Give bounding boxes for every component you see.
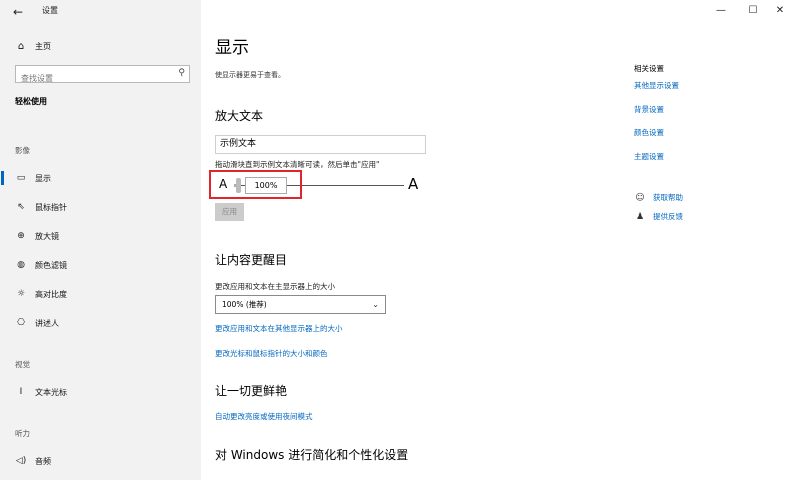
- get-help-label: 获取帮助: [653, 193, 683, 202]
- sidebar-item-color-filter[interactable]: ◍ 颜色滤镜: [0, 255, 201, 275]
- scale-dropdown-value: 100% (推荐): [222, 300, 267, 309]
- sample-text-box: 示例文本: [215, 135, 426, 154]
- group-label-audio: 听力: [15, 429, 30, 438]
- sidebar-item-label: 音频: [35, 456, 51, 466]
- sidebar-item-audio[interactable]: ◁) 音频: [0, 451, 201, 471]
- text-cursor-icon: I: [19, 387, 23, 397]
- home-nav-item[interactable]: ⌂ 主页: [15, 38, 51, 54]
- back-arrow-icon[interactable]: ←: [13, 5, 29, 19]
- stand-out-heading: 让内容更醒目: [215, 253, 288, 267]
- sidebar: ← 设置 ⌂ 主页 ⚲ 轻松使用 影像 ▭ 显示 ⇖ 鼠标指针 ⊕ 放大镜 ◍ …: [0, 0, 201, 480]
- highlight-box: [209, 170, 302, 199]
- personalize-heading: 对 Windows 进行简化和个性化设置: [215, 448, 409, 462]
- sidebar-item-label: 鼠标指针: [35, 202, 67, 212]
- sidebar-item-display[interactable]: ▭ 显示: [0, 168, 201, 188]
- help-chat-icon: ☺: [635, 192, 645, 203]
- sidebar-item-high-contrast[interactable]: ☼ 高对比度: [0, 284, 201, 304]
- search-box[interactable]: ⚲: [15, 65, 190, 87]
- color-settings-link[interactable]: 颜色设置: [634, 127, 664, 138]
- home-label: 主页: [35, 41, 51, 51]
- scale-label: 更改应用和文本在主显示器上的大小: [215, 282, 335, 291]
- sidebar-item-label: 颜色滤镜: [35, 260, 67, 270]
- narrator-icon: ⎔: [17, 318, 25, 328]
- sidebar-item-narrator[interactable]: ⎔ 讲述人: [0, 313, 201, 333]
- app-title: 设置: [42, 6, 58, 15]
- audio-icon: ◁): [15, 456, 27, 466]
- minimize-button[interactable]: —: [713, 4, 729, 18]
- scale-dropdown[interactable]: 100% (推荐) ⌄: [215, 295, 386, 314]
- get-help-link[interactable]: ☺ 获取帮助: [634, 192, 683, 203]
- related-settings-heading: 相关设置: [634, 64, 664, 73]
- slider-hint: 拖动滑块直到示例文本清晰可读，然后单击"应用": [215, 160, 380, 169]
- sidebar-item-label: 高对比度: [35, 289, 67, 299]
- sidebar-item-label: 放大镜: [35, 231, 59, 241]
- sidebar-item-mouse-pointer[interactable]: ⇖ 鼠标指针: [0, 197, 201, 217]
- search-icon[interactable]: ⚲: [178, 68, 185, 78]
- group-label-hearing: 视觉: [15, 360, 30, 369]
- theme-settings-link[interactable]: 主题设置: [634, 151, 664, 162]
- sidebar-item-magnifier[interactable]: ⊕ 放大镜: [0, 226, 201, 246]
- enlarge-text-heading: 放大文本: [215, 109, 264, 123]
- maximize-button[interactable]: ☐: [745, 4, 761, 18]
- chevron-down-icon: ⌄: [372, 300, 379, 309]
- color-filter-icon: ◍: [17, 260, 25, 270]
- sidebar-item-label: 文本光标: [35, 387, 67, 397]
- search-input[interactable]: [16, 70, 166, 87]
- sidebar-item-label: 显示: [35, 173, 51, 183]
- other-displays-link[interactable]: 更改应用和文本在其他显示器上的大小: [215, 323, 343, 334]
- page-description: 使显示器更易于查看。: [215, 71, 285, 79]
- page-title: 显示: [215, 38, 249, 58]
- group-label-vision: 影像: [15, 146, 30, 155]
- home-icon: ⌂: [17, 40, 25, 52]
- night-mode-link[interactable]: 自动更改亮度或使用夜间模式: [215, 411, 313, 422]
- feedback-person-icon: ♟: [635, 211, 645, 222]
- give-feedback-label: 提供反馈: [653, 212, 683, 221]
- high-contrast-icon: ☼: [16, 289, 26, 299]
- sidebar-item-text-cursor[interactable]: I 文本光标: [0, 382, 201, 402]
- background-settings-link[interactable]: 背景设置: [634, 104, 664, 115]
- vivid-heading: 让一切更鲜艳: [215, 384, 288, 398]
- other-display-settings-link[interactable]: 其他显示设置: [634, 80, 679, 91]
- give-feedback-link[interactable]: ♟ 提供反馈: [634, 211, 683, 222]
- display-icon: ▭: [16, 173, 26, 183]
- section-title: 轻松使用: [15, 97, 47, 106]
- sidebar-item-label: 讲述人: [35, 318, 59, 328]
- cursor-pointer-link[interactable]: 更改光标和鼠标指针的大小和颜色: [215, 348, 328, 359]
- mouse-pointer-icon: ⇖: [17, 202, 25, 212]
- big-a-label: A: [408, 175, 419, 193]
- close-button[interactable]: ✕: [772, 4, 788, 18]
- magnifier-icon: ⊕: [17, 231, 25, 241]
- apply-button[interactable]: 应用: [215, 203, 244, 221]
